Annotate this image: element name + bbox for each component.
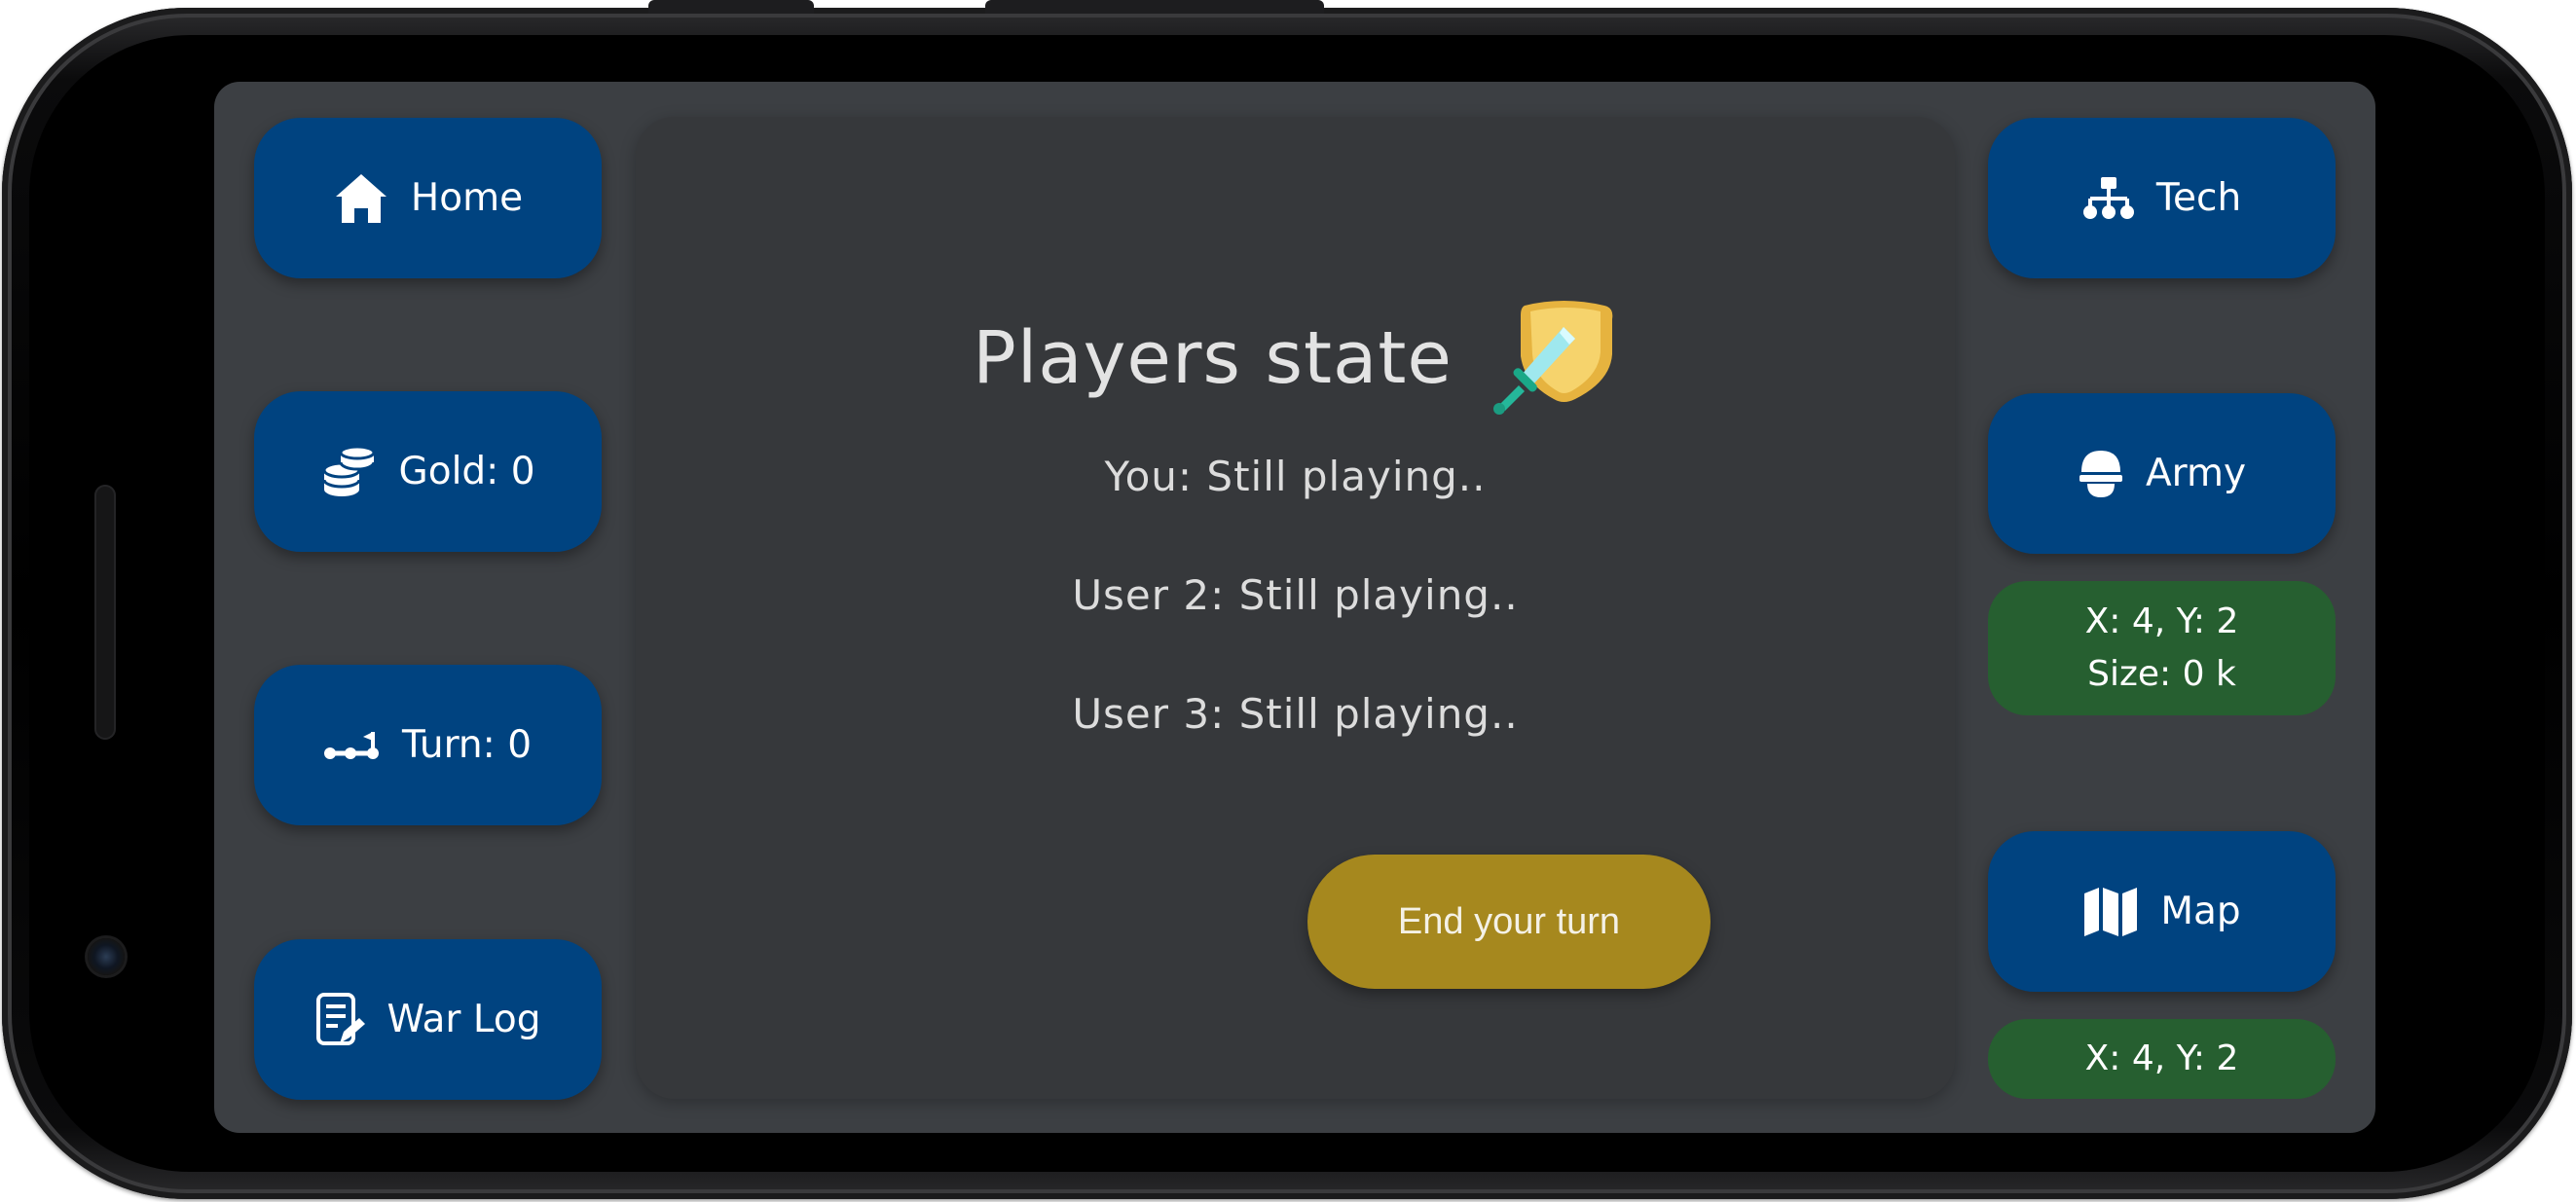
log-edit-icon bbox=[316, 992, 366, 1045]
player-status-user-3: User 3: Still playing.. bbox=[1072, 690, 1519, 738]
map-label: Map bbox=[2160, 890, 2241, 933]
army-info-pill: X: 4, Y: 2 Size: 0 k bbox=[1988, 581, 2336, 715]
army-label: Army bbox=[2145, 452, 2247, 495]
title-row: Players state bbox=[636, 298, 1955, 419]
tech-label: Tech bbox=[2155, 176, 2242, 220]
phone-speaker bbox=[94, 485, 116, 740]
gold-button[interactable]: Gold: 0 bbox=[254, 391, 602, 552]
map-position: X: 4, Y: 2 bbox=[2084, 1038, 2239, 1078]
app-screen: Home Gold: 0 Turn: 0 War Log Players sta… bbox=[214, 82, 2375, 1133]
gold-label: Gold: 0 bbox=[398, 450, 535, 493]
phone-side-button bbox=[985, 0, 1324, 14]
home-icon bbox=[335, 173, 386, 223]
turn-label: Turn: 0 bbox=[401, 723, 533, 767]
coins-icon bbox=[322, 445, 376, 496]
helmet-icon bbox=[2079, 450, 2122, 497]
end-turn-button[interactable]: End your turn bbox=[1307, 855, 1711, 989]
turn-button[interactable]: Turn: 0 bbox=[254, 665, 602, 825]
map-button[interactable]: Map bbox=[1988, 831, 2336, 992]
shield-sword-icon bbox=[1492, 301, 1613, 415]
map-icon bbox=[2084, 887, 2138, 936]
home-button[interactable]: Home bbox=[254, 118, 602, 278]
tech-button[interactable]: Tech bbox=[1988, 118, 2336, 278]
player-status-you: You: Still playing.. bbox=[1104, 453, 1487, 500]
map-info-pill: X: 4, Y: 2 bbox=[1988, 1019, 2336, 1099]
players-state-panel: Players state You: Still playing.. User … bbox=[636, 117, 1955, 1099]
page-title: Players state bbox=[973, 316, 1453, 400]
war-log-label: War Log bbox=[386, 998, 541, 1041]
player-status-user-2: User 2: Still playing.. bbox=[1072, 571, 1519, 619]
tech-tree-icon bbox=[2082, 176, 2134, 219]
phone-camera bbox=[88, 938, 125, 975]
home-label: Home bbox=[410, 176, 524, 220]
army-position: X: 4, Y: 2 bbox=[2084, 601, 2239, 641]
war-log-button[interactable]: War Log bbox=[254, 939, 602, 1100]
phone-side-button bbox=[648, 0, 814, 14]
army-button[interactable]: Army bbox=[1988, 393, 2336, 554]
army-size: Size: 0 k bbox=[2087, 654, 2236, 694]
turn-track-icon bbox=[323, 731, 379, 759]
